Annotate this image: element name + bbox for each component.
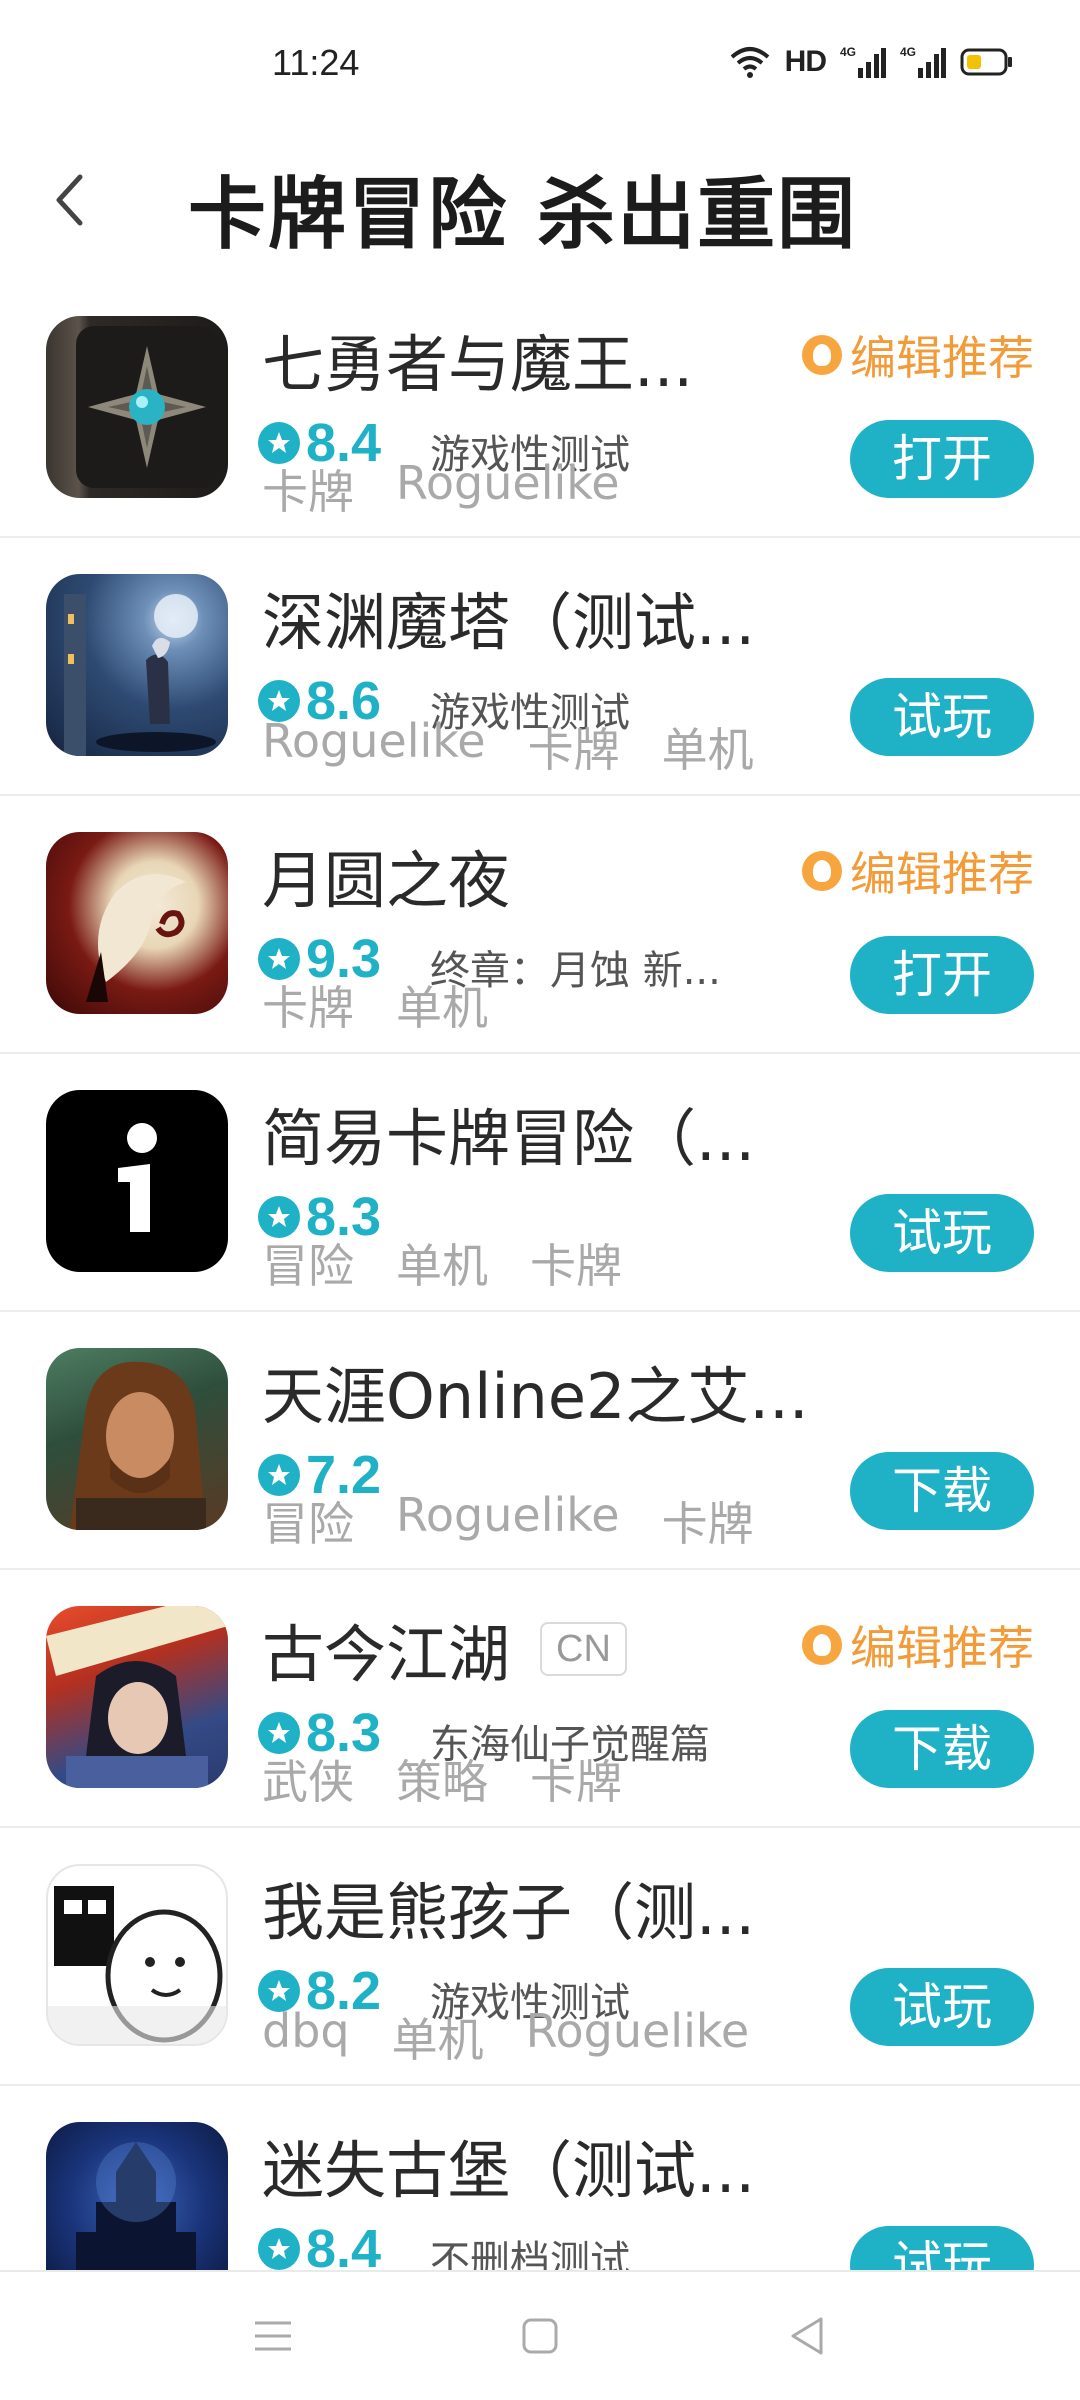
wifi-icon (730, 47, 769, 78)
tag: 冒险 (262, 1239, 354, 1293)
try-button[interactable]: 试玩 (850, 678, 1034, 756)
tag: 卡牌 (530, 1239, 622, 1293)
app-name: 月圆之夜 (262, 844, 511, 917)
status-time: 11:24 (272, 42, 360, 83)
menu-button[interactable] (233, 2296, 313, 2376)
home-button[interactable] (500, 2296, 580, 2376)
download-button[interactable]: 下载 (850, 1710, 1034, 1788)
try-button[interactable]: 试玩 (850, 1194, 1034, 1272)
moonlit-tower-icon[interactable] (46, 574, 228, 756)
app-row[interactable]: 月圆之夜 编辑推荐 9.3 终章：月蚀 新... 卡牌 单机 打开 (0, 796, 1080, 1054)
app-list[interactable]: 七勇者与魔王... 编辑推荐 8.4 游戏性测试 卡牌 Roguelike 打开 (0, 280, 1080, 2270)
try-button[interactable]: 试玩 (850, 2226, 1034, 2270)
app-name: 迷失古堡（测试... (262, 2134, 756, 2207)
svg-text:4G: 4G (840, 45, 856, 59)
svg-text:4G: 4G (900, 45, 916, 59)
page-header: 卡牌冒险 杀出重围 (0, 130, 1080, 280)
menu-icon (255, 2321, 292, 2351)
tag: 卡牌 (527, 723, 620, 777)
app-name: 深渊魔塔（测试... (262, 586, 756, 659)
app-row[interactable]: 迷失古堡（测试... 8.4 不删档测试 试玩 (0, 2086, 1080, 2270)
app-row[interactable]: 七勇者与魔王... 编辑推荐 8.4 游戏性测试 卡牌 Roguelike 打开 (0, 280, 1080, 538)
crescent-moon-icon[interactable] (46, 832, 228, 1014)
bear-meme-icon[interactable] (46, 1864, 228, 2046)
tag: Roguelike (262, 714, 486, 768)
tag: dbq (262, 2004, 350, 2058)
warrior-portrait-icon[interactable] (46, 1348, 228, 1530)
tag: 卡牌 (262, 465, 354, 519)
app-row[interactable]: 深渊魔塔（测试... 8.6 游戏性测试 Roguelike 卡牌 单机 试玩 (0, 538, 1080, 796)
tag-list: 冒险 单机 卡牌 (262, 1230, 622, 1296)
chevron-left-icon (56, 174, 83, 226)
tag-list: dbq 单机 Roguelike (262, 2004, 749, 2070)
app-row[interactable]: 简易卡牌冒险（... 8.3 冒险 单机 卡牌 试玩 (0, 1054, 1080, 1312)
status-icons: HD 4G 4G (729, 42, 1014, 82)
status-bar: 11:24 HD 4G 4G (0, 0, 1080, 130)
editor-pick-label: 编辑推荐 (850, 331, 1034, 385)
tag: 单机 (661, 723, 754, 777)
tag: 单机 (396, 1239, 488, 1293)
swordsman-portrait-icon[interactable] (46, 1606, 228, 1788)
editor-pick-label: 编辑推荐 (850, 847, 1034, 901)
editor-pick-label: 编辑推荐 (850, 1621, 1034, 1675)
tag: 单机 (391, 2013, 484, 2067)
signal-icon: 4G (840, 45, 886, 78)
editor-pick-badge: 编辑推荐 (802, 322, 1034, 388)
app-name: 天涯Online2之艾... (262, 1360, 802, 1433)
tag: 卡牌 (262, 981, 354, 1035)
app-row[interactable]: 天涯Online2之艾... 7.2 冒险 Roguelike 卡牌 下载 (0, 1312, 1080, 1570)
rating: 8.4 (258, 2218, 381, 2270)
app-subtitle: 不删档测试 (430, 2238, 630, 2270)
app-name: 我是熊孩子（测... (262, 1876, 756, 1949)
page-title: 卡牌冒险 杀出重围 (188, 170, 858, 260)
app-name: 七勇者与魔王... (262, 328, 694, 401)
thumb-up-icon (802, 335, 842, 375)
thumb-up-icon (802, 1625, 842, 1665)
tag: 单机 (396, 981, 488, 1035)
tag-list: 冒险 Roguelike 卡牌 (262, 1488, 754, 1554)
app-row[interactable]: 古今江湖 CN 编辑推荐 8.3 东海仙子觉醒篇 武侠 策略 卡牌 下载 (0, 1570, 1080, 1828)
tag-list: 卡牌 单机 (262, 972, 488, 1038)
compass-book-icon[interactable] (46, 316, 228, 498)
tag: 卡牌 (530, 1755, 622, 1809)
battery-low-icon (960, 48, 1012, 76)
back-nav-button[interactable] (767, 2296, 847, 2376)
castle-night-icon[interactable] (46, 2122, 228, 2270)
home-square-icon (522, 2318, 558, 2354)
tag-list: 武侠 策略 卡牌 (262, 1746, 622, 1812)
rating-value: 8.4 (306, 2219, 382, 2270)
app-name: 简易卡牌冒险（... (262, 1102, 756, 1175)
system-nav-bar (0, 2270, 1080, 2400)
tag: 武侠 (262, 1755, 354, 1809)
editor-pick-badge: 编辑推荐 (802, 838, 1034, 904)
tag-list: Roguelike 卡牌 单机 (262, 714, 754, 780)
hd-indicator: HD (784, 45, 827, 78)
tag: Roguelike (396, 456, 620, 510)
tag: 策略 (396, 1755, 488, 1809)
app-row[interactable]: 我是熊孩子（测... 8.2 游戏性测试 dbq 单机 Roguelike 试玩 (0, 1828, 1080, 2086)
tag-list: 卡牌 Roguelike (262, 456, 620, 522)
region-badge: CN (540, 1622, 627, 1676)
open-button[interactable]: 打开 (850, 936, 1034, 1014)
app-name: 古今江湖 (262, 1618, 511, 1691)
back-triangle-icon (791, 2317, 823, 2355)
tag: 冒险 (262, 1497, 354, 1551)
signal-icon-2: 4G (900, 45, 946, 78)
tag: Roguelike (525, 2004, 750, 2058)
tag: 卡牌 (661, 1497, 754, 1551)
letter-i-icon[interactable] (46, 1090, 228, 1272)
star-icon (258, 2228, 300, 2270)
try-button[interactable]: 试玩 (850, 1968, 1034, 2046)
thumb-up-icon (802, 851, 842, 891)
open-button[interactable]: 打开 (850, 420, 1034, 498)
download-button[interactable]: 下载 (850, 1452, 1034, 1530)
editor-pick-badge: 编辑推荐 (802, 1612, 1034, 1678)
tag: Roguelike (396, 1488, 620, 1542)
back-button[interactable] (34, 160, 104, 240)
